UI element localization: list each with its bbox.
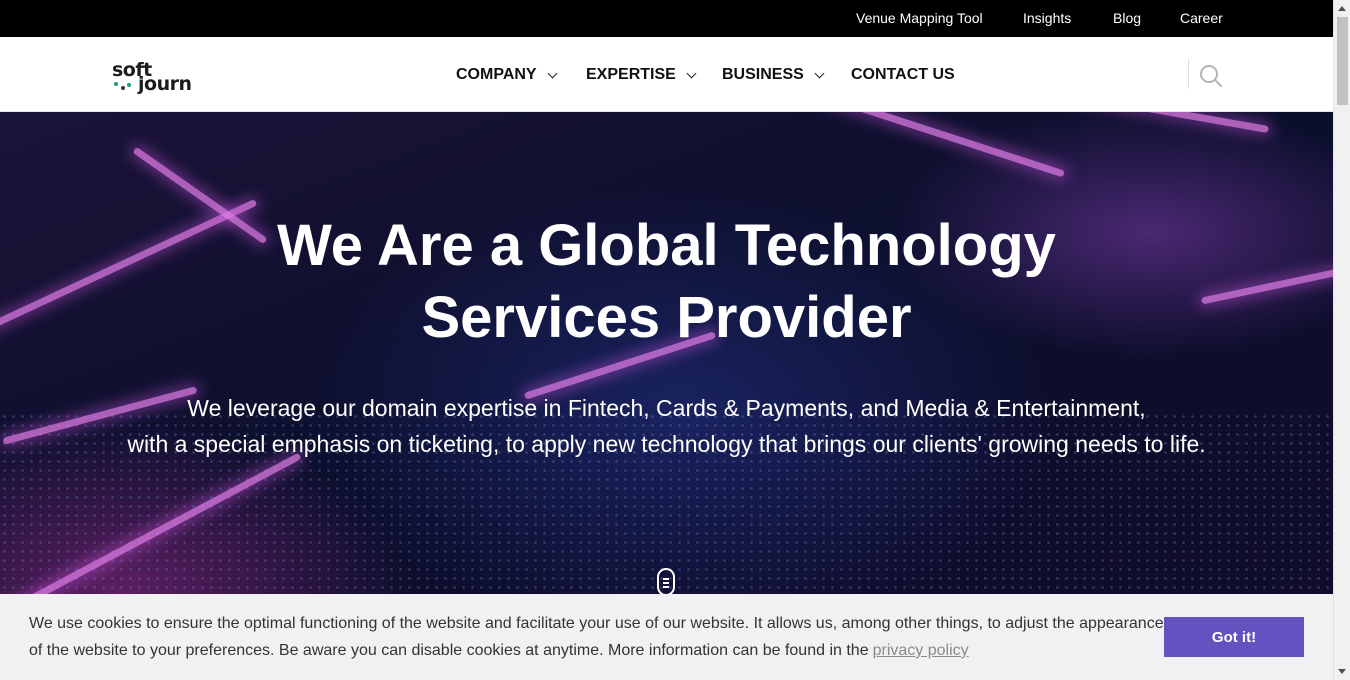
nav-expertise-label: EXPERTISE: [586, 66, 676, 83]
logo-dot: [114, 82, 118, 86]
logo-dot: [121, 86, 125, 90]
mouse-scroll-icon[interactable]: [657, 568, 675, 596]
cookie-text-line2: of the website to your preferences. Be a…: [29, 642, 869, 659]
topbar-link-blog[interactable]: Blog: [1113, 10, 1141, 26]
scroll-up-arrow-icon[interactable]: [1338, 6, 1346, 11]
hero-title-line1: We Are a Global Technology: [277, 213, 1056, 278]
hero-title-line2: Services Provider: [421, 285, 912, 350]
hero-subtitle: We leverage our domain expertise in Fint…: [0, 390, 1333, 462]
scroll-down-arrow-icon[interactable]: [1338, 669, 1346, 674]
logo-word-journ: journ: [138, 73, 192, 95]
privacy-policy-link[interactable]: privacy policy: [873, 642, 969, 659]
nav-company-label: COMPANY: [456, 66, 537, 83]
got-it-button[interactable]: Got it!: [1164, 617, 1304, 657]
hero-glow-line: [825, 112, 1065, 178]
main-header: soft journ COMPANY EXPERTISE BUSINESS CO…: [0, 37, 1333, 112]
logo-dot: [127, 83, 131, 87]
topbar-link-insights[interactable]: Insights: [1023, 10, 1071, 26]
softjourn-logo[interactable]: soft journ: [112, 51, 202, 99]
hero-subtitle-line1: We leverage our domain expertise in Fint…: [187, 395, 1146, 421]
page-scrollbar[interactable]: [1333, 0, 1350, 680]
search-icon: [1200, 65, 1222, 87]
chevron-down-icon: [547, 68, 558, 78]
hero-title: We Are a Global Technology Services Prov…: [0, 210, 1333, 354]
search-divider: [1188, 59, 1189, 89]
nav-expertise[interactable]: EXPERTISE: [586, 66, 697, 84]
mouse-scroll-line: [663, 586, 669, 588]
top-utility-bar: Venue Mapping Tool Insights Blog Career: [0, 0, 1333, 37]
nav-business-label: BUSINESS: [722, 66, 804, 83]
scrollbar-thumb[interactable]: [1337, 17, 1348, 105]
nav-business[interactable]: BUSINESS: [722, 66, 825, 84]
cookie-text-line1: We use cookies to ensure the optimal fun…: [29, 615, 1164, 632]
topbar-link-venue-mapping-tool[interactable]: Venue Mapping Tool: [856, 10, 983, 26]
nav-company[interactable]: COMPANY: [456, 66, 558, 84]
cookie-banner: We use cookies to ensure the optimal fun…: [0, 594, 1333, 680]
hero-subtitle-line2: with a special emphasis on ticketing, to…: [127, 431, 1206, 457]
nav-contact-us[interactable]: CONTACT US: [851, 66, 955, 84]
mouse-scroll-line: [663, 582, 669, 584]
topbar-link-career[interactable]: Career: [1180, 10, 1223, 26]
chevron-down-icon: [814, 68, 825, 78]
mouse-scroll-line: [663, 578, 669, 580]
search-button[interactable]: [1198, 63, 1224, 89]
cookie-message: We use cookies to ensure the optimal fun…: [29, 610, 1169, 664]
nav-contact-us-label: CONTACT US: [851, 66, 955, 83]
hero-glow-line: [1051, 112, 1269, 134]
chevron-down-icon: [686, 68, 697, 78]
